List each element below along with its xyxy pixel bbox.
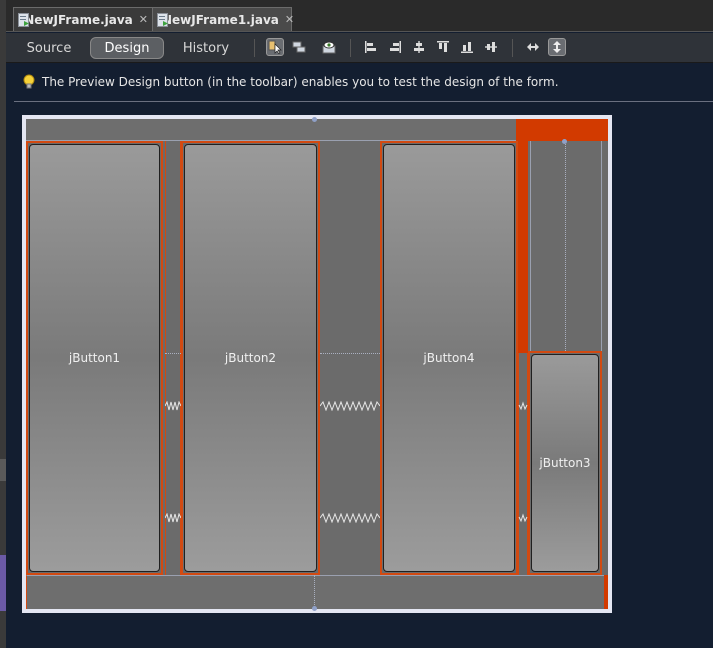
lightbulb-icon bbox=[22, 74, 36, 90]
history-button[interactable]: History bbox=[174, 37, 238, 59]
jbutton2[interactable]: jButton2 bbox=[184, 144, 317, 572]
gap-column-3 bbox=[518, 353, 528, 575]
jbutton3[interactable]: jButton3 bbox=[531, 354, 599, 572]
hint-text: The Preview Design button (in the toolba… bbox=[42, 75, 559, 89]
baseline-guide bbox=[165, 353, 181, 354]
close-icon[interactable]: ✕ bbox=[285, 13, 294, 26]
toolbar-separator bbox=[512, 39, 513, 57]
jbutton4[interactable]: jButton4 bbox=[383, 144, 515, 572]
java-file-icon bbox=[18, 12, 29, 27]
resize-vertical-icon[interactable] bbox=[548, 38, 566, 56]
hint-bar: The Preview Design button (in the toolba… bbox=[22, 72, 559, 92]
form-panel[interactable]: jButton1 jButton2 jButton4 jButton3 bbox=[26, 117, 608, 611]
close-icon[interactable]: ✕ bbox=[139, 13, 148, 26]
preview-design-icon[interactable] bbox=[320, 38, 338, 56]
alignment-guide bbox=[314, 575, 315, 609]
empty-cell bbox=[530, 141, 602, 351]
toolbar-separator bbox=[350, 39, 351, 57]
resize-horizontal-icon[interactable] bbox=[524, 38, 542, 56]
hint-divider bbox=[14, 101, 713, 102]
spring-icon bbox=[320, 513, 380, 523]
bottom-gap bbox=[26, 575, 604, 609]
toolbar-separator bbox=[254, 39, 255, 57]
gap-column-1 bbox=[165, 141, 181, 575]
alignment-guide bbox=[565, 141, 566, 351]
jbutton1[interactable]: jButton1 bbox=[29, 144, 160, 572]
tab-newjframe[interactable]: NewJFrame.java ✕ bbox=[13, 7, 153, 31]
right-edge bbox=[604, 141, 608, 609]
spring-icon bbox=[165, 513, 181, 523]
spring-icon bbox=[518, 401, 528, 411]
align-right-icon[interactable] bbox=[386, 38, 404, 56]
gap-column-2 bbox=[320, 141, 380, 575]
spring-icon bbox=[518, 513, 528, 523]
center-vertically-icon[interactable] bbox=[482, 38, 500, 56]
editor-tab-bar: NewJFrame.java ✕ NewJFrame1.java ✕ bbox=[6, 0, 713, 32]
anchor-dot bbox=[312, 117, 317, 122]
left-edge-panel bbox=[0, 0, 6, 648]
center-horizontally-icon[interactable] bbox=[410, 38, 428, 56]
baseline-guide bbox=[320, 353, 380, 354]
align-bottom-icon[interactable] bbox=[458, 38, 476, 56]
left-edge-marker bbox=[0, 459, 6, 481]
selected-container-corner bbox=[604, 575, 608, 609]
tab-label: NewJFrame.java bbox=[24, 12, 133, 27]
anchor-dot bbox=[562, 139, 567, 144]
top-gap bbox=[26, 119, 516, 141]
align-left-icon[interactable] bbox=[362, 38, 380, 56]
spring-icon bbox=[165, 401, 181, 411]
form-design-area[interactable]: jButton1 jButton2 jButton4 jButton3 bbox=[22, 115, 612, 613]
left-edge-marker-2 bbox=[0, 555, 6, 611]
tab-label: NewJFrame1.java bbox=[162, 12, 279, 27]
designer-toolbar: Source Design History bbox=[6, 33, 713, 63]
design-button[interactable]: Design bbox=[90, 37, 164, 59]
selection-mode-icon[interactable] bbox=[266, 38, 284, 56]
tab-newjframe1[interactable]: NewJFrame1.java ✕ bbox=[152, 7, 294, 31]
anchor-dot bbox=[312, 606, 317, 611]
source-button[interactable]: Source bbox=[18, 37, 80, 59]
selected-container-header bbox=[516, 119, 608, 141]
spring-icon bbox=[320, 401, 380, 411]
connection-mode-icon[interactable] bbox=[290, 38, 308, 56]
align-top-icon[interactable] bbox=[434, 38, 452, 56]
